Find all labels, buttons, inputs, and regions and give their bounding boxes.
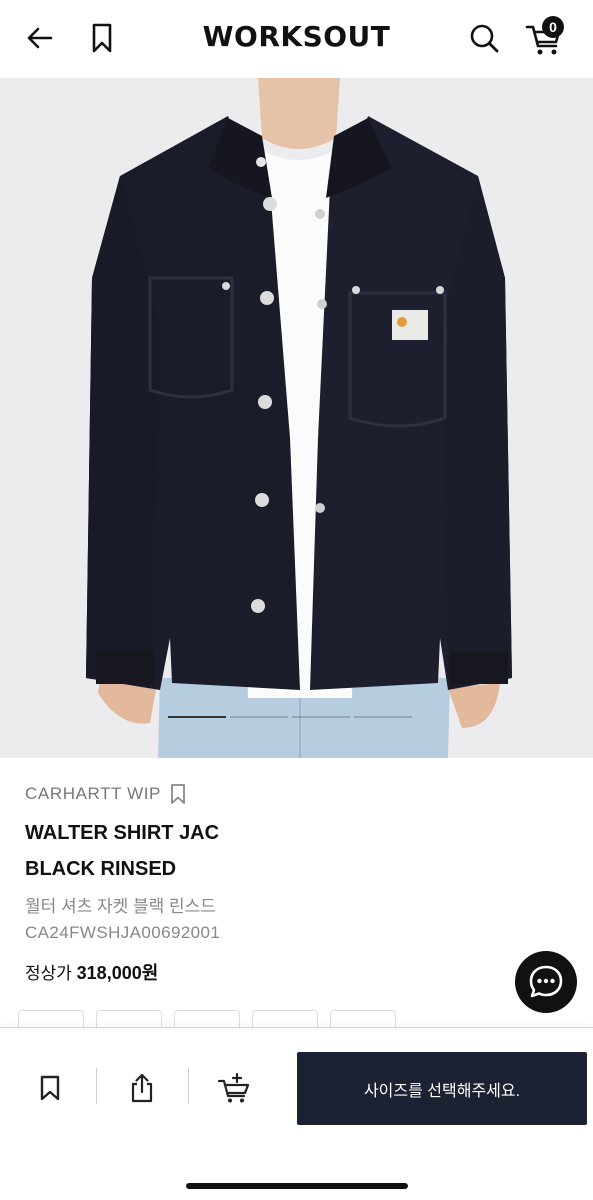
product-name-line1: WALTER SHIRT JAC — [25, 822, 220, 844]
carousel-dot[interactable] — [168, 716, 226, 718]
add-to-cart-icon — [217, 1072, 250, 1103]
divider — [96, 1068, 97, 1104]
share-button[interactable] — [118, 1064, 166, 1112]
product-image[interactable] — [0, 78, 593, 758]
search-icon — [470, 24, 499, 53]
carousel-dot[interactable] — [354, 716, 412, 718]
share-icon — [131, 1073, 153, 1103]
chat-bubble-icon — [529, 965, 563, 998]
product-name-line2: BLACK RINSED — [25, 858, 177, 880]
cart-button[interactable]: 0 — [524, 16, 564, 58]
product-sku: CA24FWSHJA00692001 — [25, 923, 221, 942]
bottom-bookmark-button[interactable] — [26, 1064, 74, 1112]
divider — [188, 1068, 189, 1104]
brand-name[interactable]: CARHARTT WIP — [25, 784, 161, 804]
search-button[interactable] — [464, 18, 504, 58]
price-label: 정상가 — [25, 964, 72, 983]
product-photo-jacket — [0, 78, 593, 758]
brand-logo[interactable]: WORKSOUT — [0, 20, 593, 53]
add-to-cart-button[interactable] — [210, 1064, 258, 1112]
bookmark-icon — [40, 1075, 60, 1101]
price-value: 318,000원 — [76, 963, 159, 983]
home-indicator — [186, 1183, 408, 1189]
carousel-dot[interactable] — [292, 716, 350, 718]
chat-button[interactable] — [515, 951, 577, 1013]
brand-bookmark-icon[interactable] — [169, 783, 187, 805]
price-row: 정상가 318,000원 — [25, 959, 158, 985]
carousel-indicator[interactable] — [168, 716, 412, 718]
cart-count-badge: 0 — [542, 16, 564, 38]
top-header: WORKSOUT 0 — [0, 0, 593, 78]
product-name-korean: 월터 셔츠 자켓 블랙 린스드 — [25, 897, 216, 916]
select-size-button[interactable]: 사이즈를 선택해주세요. — [297, 1052, 587, 1125]
carousel-dot[interactable] — [230, 716, 288, 718]
brand-row: CARHARTT WIP — [25, 783, 187, 805]
